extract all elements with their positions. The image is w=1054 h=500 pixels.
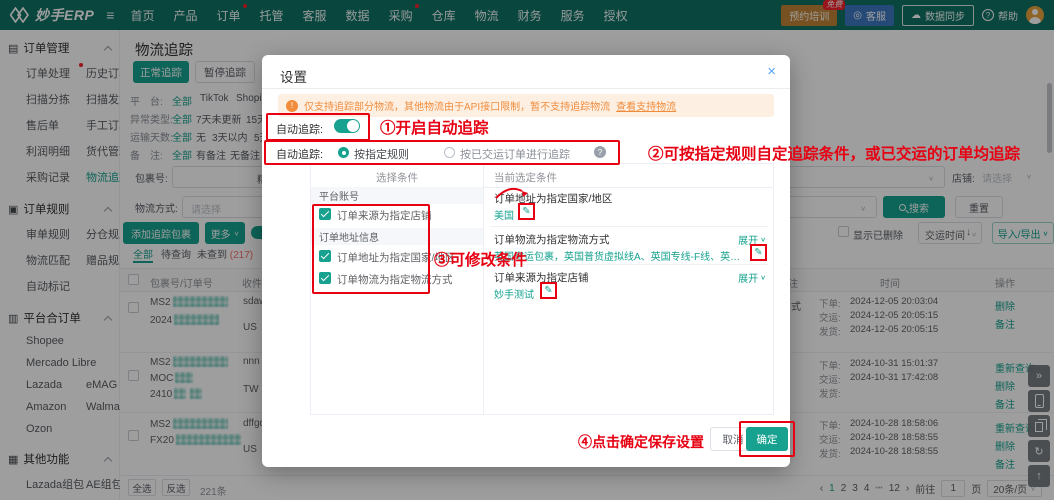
item-divider	[490, 264, 768, 265]
annotation-box-toggle	[266, 113, 370, 141]
annotation-box-confirm	[739, 421, 795, 457]
pencil-icon: ✎	[544, 285, 553, 296]
screen: 妙手ERP ≡ 首页 产品 订单 托管 客服 数据 采购 仓库 物流 财务 服务…	[0, 0, 1054, 500]
expand-label: 展开	[738, 274, 759, 285]
annotation-2: ②可按指定规则自定追踪条件，或已交运的订单均追踪	[648, 146, 1021, 163]
edit-country-button[interactable]: ✎	[518, 203, 535, 220]
condition3-value: 妙手测试	[494, 290, 534, 301]
item-divider	[490, 226, 768, 227]
chevron-down-icon: ∨	[760, 273, 766, 282]
warning-icon: !	[286, 99, 298, 112]
view-supported-logistics-link[interactable]: 查看支持物流	[616, 98, 676, 113]
left-column-header: 选择条件	[376, 172, 418, 184]
annotation-1: ①开启自动追踪	[380, 120, 489, 137]
edit-logistics-button[interactable]: ✎	[750, 244, 767, 261]
warning-text: 仅支持追踪部分物流，其他物流由于API接口限制，暂不支持追踪物流	[304, 102, 611, 113]
annotation-4: ④点击确定保存设置	[578, 434, 704, 450]
annotation-box-radio	[264, 140, 620, 165]
condition2-title: 订单物流为指定物流方式	[494, 234, 610, 246]
annotation-box-checkboxes	[312, 204, 430, 294]
pencil-icon: ✎	[522, 206, 531, 217]
chevron-down-icon: ∨	[760, 235, 766, 244]
condition1-value: 美国	[494, 211, 514, 222]
expand-shop-link[interactable]: 展开 ∨	[738, 270, 766, 285]
close-icon[interactable]: ×	[767, 63, 776, 80]
condition2-value: 英国空运包裹，英国普货虚拟线A、英国专线-F线、英国F专线(直单)、英国普货虚拟…	[494, 252, 746, 263]
annotation-3: ③可修改条件	[434, 252, 528, 269]
selected-conditions-column: 当前选定条件 订单地址为指定国家/地区 美国 ✎ 订单物流为指定物流方式 展开 ∨…	[484, 164, 774, 414]
modal-title: 设置	[280, 70, 307, 85]
modal-divider	[262, 88, 790, 89]
edit-shop-button[interactable]: ✎	[540, 282, 557, 299]
group-platform-account: 平台账号	[311, 187, 483, 204]
red-arrow-annotation	[495, 187, 528, 199]
pencil-icon: ✎	[754, 247, 763, 258]
settings-modal: 设置 × ! 仅支持追踪部分物流，其他物流由于API接口限制，暂不支持追踪物流 …	[262, 55, 1020, 467]
